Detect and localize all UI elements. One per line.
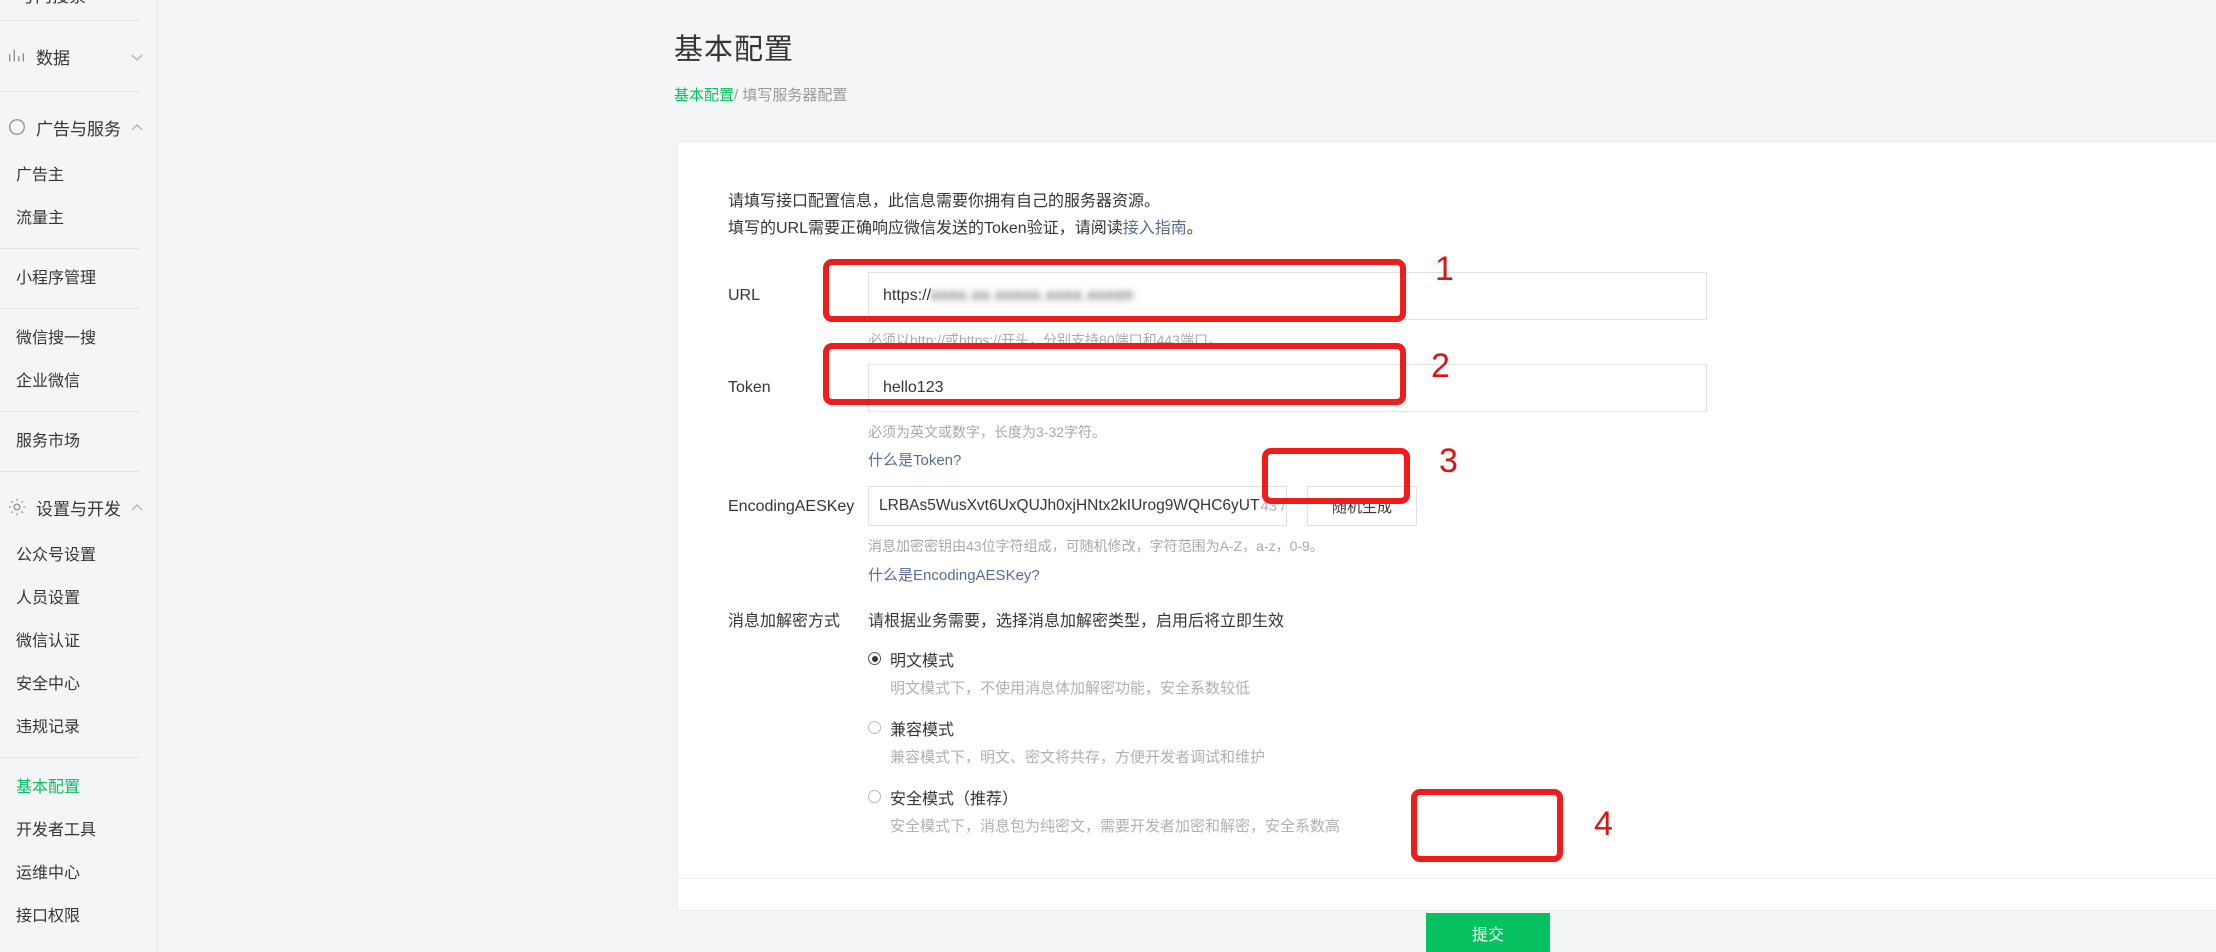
megaphone-icon: [6, 116, 28, 138]
access-guide-link[interactable]: 接入指南: [1123, 220, 1187, 237]
sidebar-group-label: 广告与服务: [36, 119, 121, 139]
sidebar-group-label: 设置与开发: [36, 499, 121, 519]
sidebar-divider: [0, 308, 140, 309]
chart-icon: [6, 45, 28, 67]
radio-label-secure: 安全模式（推荐）: [890, 790, 1019, 808]
radio-unselected-icon: [868, 790, 881, 804]
page-header: 基本配置 基本配置/ 填写服务器配置: [158, 0, 2216, 105]
sidebar-item-operations-center[interactable]: 运维中心: [0, 852, 157, 895]
what-is-encoding-aes-key-link[interactable]: 什么是EncodingAESKey?: [868, 564, 1040, 585]
radio-selected-icon: [868, 652, 881, 666]
sidebar-divider: [0, 471, 140, 472]
submit-button[interactable]: 提交: [1426, 912, 1550, 952]
aes-key-helper-text: 消息加密密钥由43位字符组成，可随机修改，字符范围为A-Z，a-z，0-9。: [868, 538, 1324, 555]
random-generate-button[interactable]: 随机生成: [1307, 486, 1417, 527]
aes-key-label: EncodingAESKey: [728, 498, 855, 516]
aes-key-row: LRBAs5WusXvt6UxQUJh0xjHNtx2kIUrog9WQHC6y…: [868, 486, 2216, 527]
radio-option-secure[interactable]: 安全模式（推荐）: [868, 785, 2216, 809]
sidebar-divider: [0, 20, 140, 21]
intro-line-2-prefix: 填写的URL需要正确响应微信发送的Token验证，请阅读: [728, 220, 1123, 238]
sidebar-scroll-area: 号内搜索 数据: [0, 0, 157, 938]
sidebar-item-wechat-search[interactable]: 微信搜一搜: [0, 317, 157, 360]
token-input[interactable]: hello123: [868, 363, 1707, 412]
main-content: 基本配置 基本配置/ 填写服务器配置 请填写接口配置信息，此信息需要你拥有自己的…: [158, 0, 2216, 952]
sidebar-group-label: 数据: [36, 48, 70, 68]
sidebar-item-basic-config[interactable]: 基本配置: [0, 766, 157, 809]
radio-option-plaintext[interactable]: 明文模式: [868, 647, 2216, 671]
url-value-redacted: xxxx.xx.xxxxx.xxxx.xxxxn: [931, 287, 1134, 305]
token-label: Token: [728, 378, 771, 396]
sidebar-item-partial-top[interactable]: 号内搜索: [0, 0, 157, 12]
radio-unselected-icon: [868, 721, 881, 735]
url-value-prefix: https://: [883, 287, 932, 305]
token-helper-text: 必须为英文或数字，长度为3-32字符。: [868, 423, 1107, 440]
app-root: 号内搜索 数据: [0, 0, 2216, 952]
sidebar-item-enterprise-wechat[interactable]: 企业微信: [0, 360, 157, 403]
sidebar-group-settings-development[interactable]: 设置与开发: [0, 480, 157, 534]
sidebar-item-member-settings[interactable]: 人员设置: [0, 577, 157, 620]
sidebar-item-violation-records[interactable]: 违规记录: [0, 706, 157, 749]
sidebar-divider: [0, 91, 140, 92]
form-row-encoding-aes-key: EncodingAESKey LRBAs5WusXvt6UxQUJh0xjHNt…: [708, 486, 2216, 584]
aes-key-input[interactable]: LRBAs5WusXvt6UxQUJh0xjHNtx2kIUrog9WQHC6y…: [868, 486, 1287, 527]
radio-desc-secure: 安全模式下，消息包为纯密文，需要开发者加密和解密，安全系数高: [890, 817, 1341, 835]
sidebar-item-account-settings[interactable]: 公众号设置: [0, 534, 157, 577]
server-config-form: URL https://xxxx.xx.xxxxx.xxxx.xxxxn 必须以…: [678, 272, 2216, 952]
radio-desc-compatible: 兼容模式下，明文、密文将共存，方便开发者调试和维护: [890, 748, 1266, 766]
sidebar-group-data[interactable]: 数据: [0, 29, 157, 83]
breadcrumb-current: / 填写服务器配置: [734, 87, 848, 104]
url-input[interactable]: https://xxxx.xx.xxxxx.xxxx.xxxxn: [868, 272, 1707, 321]
radio-label-plaintext: 明文模式: [890, 652, 955, 670]
sidebar-divider: [0, 248, 140, 249]
card-divider: [678, 877, 2216, 879]
intro-line-1: 请填写接口配置信息，此信息需要你拥有自己的服务器资源。: [728, 193, 1161, 210]
sidebar-divider: [0, 411, 140, 412]
encrypt-mode-label: 消息加解密方式: [728, 612, 841, 630]
sidebar-item-advertiser[interactable]: 广告主: [0, 154, 157, 197]
what-is-token-link[interactable]: 什么是Token?: [868, 449, 961, 470]
sidebar-item-miniprogram-management[interactable]: 小程序管理: [0, 257, 157, 300]
page-title: 基本配置: [674, 34, 795, 66]
breadcrumb-link-basic-config[interactable]: 基本配置: [674, 87, 734, 104]
form-row-encrypt-mode: 消息加解密方式 请根据业务需要，选择消息加解密类型，启用后将立即生效 明文模式 …: [708, 607, 2216, 854]
chevron-up-icon: [130, 500, 144, 514]
breadcrumb: 基本配置/ 填写服务器配置: [674, 84, 2216, 105]
intro-line-2: 填写的URL需要正确响应微信发送的Token验证，请阅读接入指南。: [728, 215, 2216, 242]
chevron-down-icon: [130, 49, 144, 63]
radio-label-compatible: 兼容模式: [890, 721, 955, 739]
config-card: 请填写接口配置信息，此信息需要你拥有自己的服务器资源。 填写的URL需要正确响应…: [677, 141, 2216, 952]
sidebar-item-security-center[interactable]: 安全中心: [0, 663, 157, 706]
sidebar-group-ads-services[interactable]: 广告与服务: [0, 100, 157, 154]
sidebar-item-developer-tools[interactable]: 开发者工具: [0, 809, 157, 852]
form-row-url: URL https://xxxx.xx.xxxxx.xxxx.xxxxn 必须以…: [708, 272, 2216, 351]
radio-option-compatible[interactable]: 兼容模式: [868, 716, 2216, 740]
form-row-token: Token hello123 必须为英文或数字，长度为3-32字符。 什么是To…: [708, 363, 2216, 470]
aes-key-value: LRBAs5WusXvt6UxQUJh0xjHNtx2kIUrog9WQHC6y…: [879, 497, 1260, 515]
encrypt-mode-hint: 请根据业务需要，选择消息加解密类型，启用后将立即生效: [868, 612, 1285, 630]
token-value: hello123: [883, 378, 944, 396]
sidebar-divider: [0, 757, 140, 758]
submit-area: 提交: [708, 912, 2216, 952]
intro-line-2-suffix: 。: [1186, 220, 1203, 238]
sidebar-item-wechat-certification[interactable]: 微信认证: [0, 620, 157, 663]
gear-icon: [6, 496, 28, 518]
aes-key-counter: 43 / 43: [1260, 497, 1286, 515]
sidebar: 号内搜索 数据: [0, 0, 158, 952]
url-helper-text: 必须以http://或https://开头，分别支持80端口和443端口。: [868, 332, 1222, 349]
url-label: URL: [728, 287, 761, 305]
sidebar-item-api-permissions[interactable]: 接口权限: [0, 895, 157, 938]
sidebar-item-service-market[interactable]: 服务市场: [0, 420, 157, 463]
sidebar-item-traffic-owner[interactable]: 流量主: [0, 197, 157, 240]
chevron-up-icon: [130, 120, 144, 134]
intro-text: 请填写接口配置信息，此信息需要你拥有自己的服务器资源。 填写的URL需要正确响应…: [728, 188, 2216, 242]
radio-desc-plaintext: 明文模式下，不使用消息体加解密功能，安全系数较低: [890, 679, 1251, 697]
